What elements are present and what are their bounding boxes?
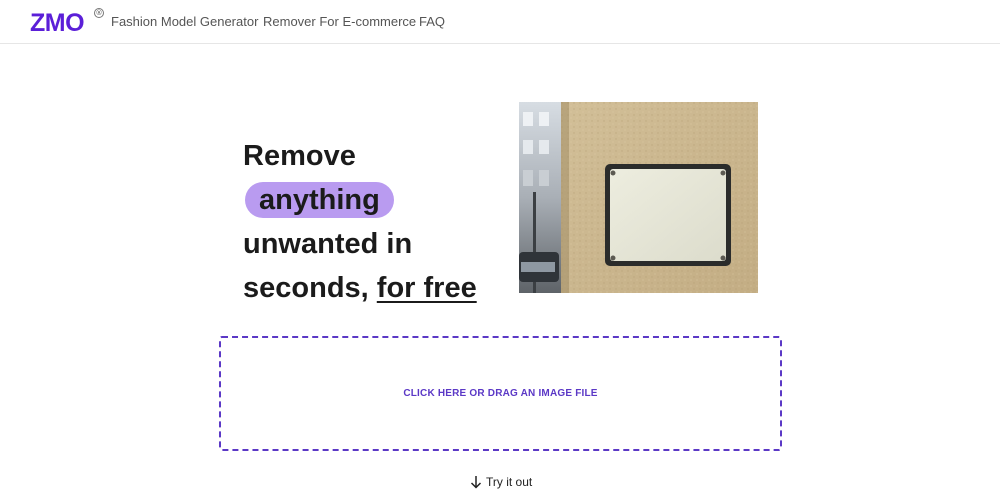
arrow-down-icon (470, 476, 482, 489)
top-navigation-bar: ZMO ® Fashion Model Generator Remover Fo… (0, 0, 1000, 44)
dropzone-label[interactable]: CLICK HERE OR DRAG AN IMAGE FILE (221, 388, 780, 399)
hero-headline: Remove anything unwanted in seconds, for… (243, 134, 513, 310)
zmo-logo[interactable]: ZMO (30, 9, 85, 37)
headline-line3: seconds, (243, 272, 377, 304)
nav-fashion-model-generator[interactable]: Fashion Model Generator (111, 14, 258, 30)
headline-line2: unwanted in (243, 228, 413, 260)
headline-highlight-pill: anything (245, 182, 394, 218)
nav-faq[interactable]: FAQ (419, 14, 445, 30)
registered-mark: ® (94, 8, 104, 18)
try-it-out-link[interactable]: Try it out (470, 474, 532, 490)
headline-for-free: for free (376, 272, 477, 304)
try-it-out-label[interactable]: Try it out (486, 475, 532, 489)
image-upload-dropzone[interactable]: CLICK HERE OR DRAG AN IMAGE FILE (219, 336, 782, 451)
example-photo-wall-sign (519, 102, 758, 293)
nav-remover-for-ecommerce[interactable]: Remover For E-commerce (263, 14, 416, 30)
example-photo-illustration (519, 102, 758, 293)
headline-remove: Remove (243, 140, 356, 172)
